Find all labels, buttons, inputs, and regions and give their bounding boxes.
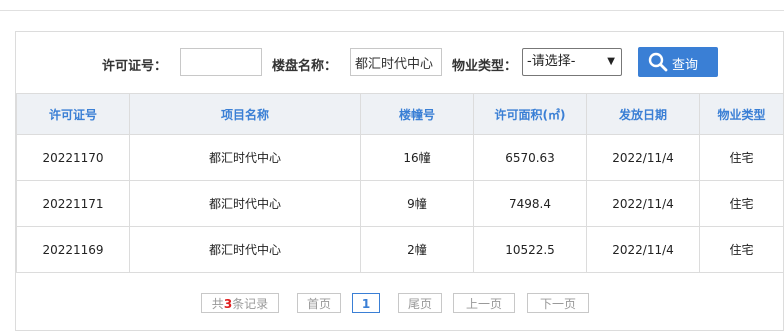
property-type-label: 物业类型： [452, 59, 518, 74]
cell-project-name: 都汇时代中心 [129, 226, 361, 273]
column-header-issue-date: 发放日期 [586, 93, 700, 135]
search-button[interactable]: 查询 [638, 47, 718, 77]
cell-permit-area: 7498.4 [473, 180, 587, 227]
cell-project-name: 都汇时代中心 [129, 180, 361, 227]
permit-number-label: 许可证号： [102, 59, 168, 74]
cell-permit-area: 6570.63 [473, 134, 587, 181]
cell-permit-number: 20221169 [16, 226, 130, 273]
cell-property-type: 住宅 [699, 134, 784, 181]
column-header-permit-area: 许可面积(㎡) [473, 93, 587, 135]
column-header-permit-number: 许可证号 [16, 93, 130, 135]
property-type-select[interactable]: -请选择- ▼ [522, 48, 622, 76]
cell-issue-date: 2022/11/4 [586, 180, 700, 227]
property-type-selected: -请选择- [527, 54, 576, 69]
total-count: 3 [223, 297, 233, 311]
total-prefix: 共 [211, 297, 224, 311]
cell-issue-date: 2022/11/4 [586, 226, 700, 273]
cell-building-number: 9幢 [360, 180, 474, 227]
next-page-button[interactable]: 下一页 [527, 293, 589, 313]
column-header-building-number: 楼幢号 [360, 93, 474, 135]
building-name-label: 楼盘名称： [272, 59, 338, 74]
cell-issue-date: 2022/11/4 [586, 134, 700, 181]
cell-property-type: 住宅 [699, 226, 784, 273]
column-header-project-name: 项目名称 [129, 93, 361, 135]
cell-building-number: 16幢 [360, 134, 474, 181]
search-form: 许可证号： 楼盘名称： 物业类型： -请选择- ▼ 查询 [16, 32, 783, 94]
total-records: 共3条记录 [201, 293, 279, 313]
search-button-label: 查询 [672, 58, 699, 73]
cell-permit-number: 20221170 [16, 134, 130, 181]
table-row: 20221170 都汇时代中心 16幢 6570.63 2022/11/4 住宅 [16, 134, 784, 181]
cell-property-type: 住宅 [699, 180, 784, 227]
permit-table: 许可证号 项目名称 楼幢号 许可面积(㎡) 发放日期 物业类型 20221170… [16, 93, 784, 273]
first-page-button[interactable]: 首页 [297, 293, 341, 313]
prev-page-button[interactable]: 上一页 [453, 293, 515, 313]
permit-number-input[interactable] [180, 48, 262, 76]
chevron-down-icon: ▼ [607, 56, 615, 67]
cell-project-name: 都汇时代中心 [129, 134, 361, 181]
table-header-row: 许可证号 项目名称 楼幢号 许可面积(㎡) 发放日期 物业类型 [16, 93, 784, 135]
table-row: 20221169 都汇时代中心 2幢 10522.5 2022/11/4 住宅 [16, 226, 784, 273]
permit-search-panel: 许可证号： 楼盘名称： 物业类型： -请选择- ▼ 查询 许可证号 项目名称 楼… [15, 31, 784, 331]
building-name-input[interactable] [350, 48, 442, 76]
total-suffix: 条记录 [232, 297, 269, 311]
cell-permit-number: 20221171 [16, 180, 130, 227]
pagination: 共3条记录 首页 1 尾页 上一页 下一页 [16, 290, 783, 320]
cell-permit-area: 10522.5 [473, 226, 587, 273]
current-page-button[interactable]: 1 [352, 293, 380, 313]
cell-building-number: 2幢 [360, 226, 474, 273]
search-icon [648, 52, 668, 72]
column-header-property-type: 物业类型 [699, 93, 784, 135]
top-divider [0, 0, 784, 11]
last-page-button[interactable]: 尾页 [398, 293, 442, 313]
table-row: 20221171 都汇时代中心 9幢 7498.4 2022/11/4 住宅 [16, 180, 784, 227]
